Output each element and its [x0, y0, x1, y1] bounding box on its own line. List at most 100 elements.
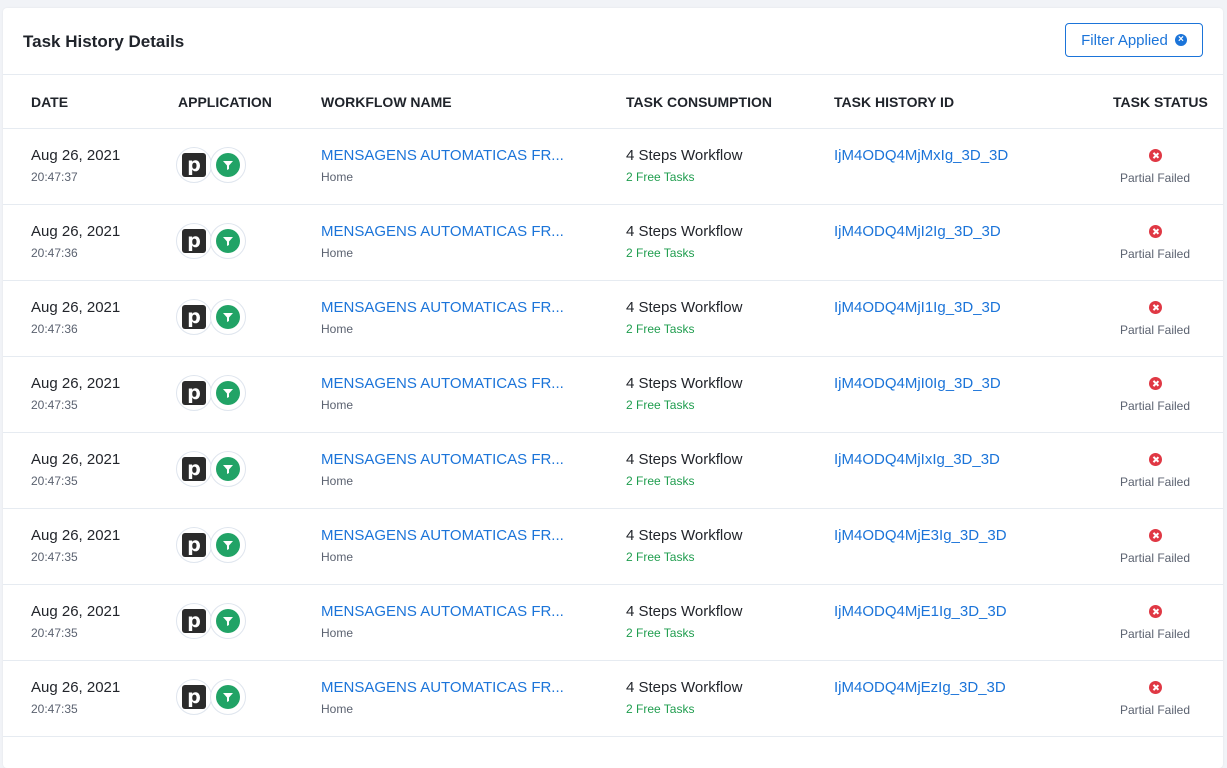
pipedrive-icon: p	[176, 223, 212, 259]
filter-icon	[210, 223, 246, 259]
page-title: Task History Details	[23, 32, 185, 51]
task-status-cell: Partial Failed	[1113, 529, 1197, 565]
workflow-cell: MENSAGENS AUTOMATICAS FR... Home	[321, 451, 564, 488]
workflow-name-link[interactable]: MENSAGENS AUTOMATICAS FR...	[321, 603, 564, 621]
task-consumption-cell: 4 Steps Workflow 2 Free Tasks	[626, 147, 742, 184]
task-history-id-link[interactable]: IjM4ODQ4MjMxIg_3D_3D	[834, 147, 1008, 165]
application-cell: p	[176, 603, 246, 639]
table-row[interactable]: Aug 26, 2021 20:47:35 p MENSAGENS AUTOMA…	[3, 585, 1223, 661]
task-history-id-link[interactable]: IjM4ODQ4MjE1Ig_3D_3D	[834, 603, 1007, 621]
error-icon	[1148, 605, 1162, 618]
workflow-name-link[interactable]: MENSAGENS AUTOMATICAS FR...	[321, 223, 564, 241]
workflow-cell: MENSAGENS AUTOMATICAS FR... Home	[321, 299, 564, 336]
workflow-cell: MENSAGENS AUTOMATICAS FR... Home	[321, 679, 564, 716]
table-row[interactable]: Aug 26, 2021 20:47:35 p MENSAGENS AUTOMA…	[3, 661, 1223, 737]
workflow-name-link[interactable]: MENSAGENS AUTOMATICAS FR...	[321, 299, 564, 317]
error-icon	[1148, 225, 1162, 238]
status-text: Partial Failed	[1119, 703, 1191, 717]
task-status-cell: Partial Failed	[1113, 301, 1197, 337]
time-text: 20:47:35	[31, 550, 78, 564]
workflow-folder: Home	[321, 550, 354, 564]
pipedrive-icon: p	[176, 603, 212, 639]
table-row[interactable]: Aug 26, 2021 20:47:35 p MENSAGENS AUTOMA…	[3, 509, 1223, 585]
free-tasks-text: 2 Free Tasks	[626, 702, 695, 716]
workflow-cell: MENSAGENS AUTOMATICAS FR... Home	[321, 527, 564, 564]
pipedrive-icon: p	[176, 299, 212, 335]
steps-text: 4 Steps Workflow	[626, 527, 743, 544]
workflow-folder: Home	[321, 474, 354, 488]
task-history-id-link[interactable]: IjM4ODQ4MjI0Ig_3D_3D	[834, 375, 1001, 393]
workflow-name-link[interactable]: MENSAGENS AUTOMATICAS FR...	[321, 679, 564, 697]
column-header-application: APPLICATION	[178, 94, 272, 110]
pipedrive-icon: p	[176, 451, 212, 487]
steps-text: 4 Steps Workflow	[626, 451, 743, 468]
task-history-id-cell: IjM4ODQ4MjIxIg_3D_3D	[834, 451, 1000, 469]
workflow-cell: MENSAGENS AUTOMATICAS FR... Home	[321, 375, 564, 412]
status-text: Partial Failed	[1119, 171, 1191, 185]
application-cell: p	[176, 223, 246, 259]
application-cell: p	[176, 375, 246, 411]
task-history-card: Task History Details Filter Applied × DA…	[3, 8, 1223, 768]
date-text: Aug 26, 2021	[31, 679, 121, 696]
pipedrive-icon: p	[176, 147, 212, 183]
column-header-task-history-id: TASK HISTORY ID	[834, 94, 955, 110]
table-row[interactable]: Aug 26, 2021 20:47:35 p MENSAGENS AUTOMA…	[3, 433, 1223, 509]
task-history-id-cell: IjM4ODQ4MjEzIg_3D_3D	[834, 679, 1006, 697]
status-text: Partial Failed	[1119, 323, 1191, 337]
free-tasks-text: 2 Free Tasks	[626, 626, 695, 640]
task-status-cell: Partial Failed	[1113, 377, 1197, 413]
table-row[interactable]: Aug 26, 2021 20:47:36 p MENSAGENS AUTOMA…	[3, 281, 1223, 357]
time-text: 20:47:35	[31, 702, 78, 716]
status-text: Partial Failed	[1119, 551, 1191, 565]
time-text: 20:47:35	[31, 398, 78, 412]
date-cell: Aug 26, 2021 20:47:37	[31, 147, 120, 184]
filter-icon	[210, 375, 246, 411]
table-row[interactable]: Aug 26, 2021 20:47:37 p MENSAGENS AUTOMA…	[3, 129, 1223, 205]
task-history-id-link[interactable]: IjM4ODQ4MjIxIg_3D_3D	[834, 451, 1000, 469]
workflow-name-link[interactable]: MENSAGENS AUTOMATICAS FR...	[321, 527, 564, 545]
task-status-cell: Partial Failed	[1113, 605, 1197, 641]
task-status-cell: Partial Failed	[1113, 149, 1197, 185]
date-cell: Aug 26, 2021 20:47:35	[31, 603, 120, 640]
status-text: Partial Failed	[1119, 399, 1191, 413]
column-header-task-consumption: TASK CONSUMPTION	[626, 94, 772, 110]
workflow-name-link[interactable]: MENSAGENS AUTOMATICAS FR...	[321, 451, 564, 469]
table-row[interactable]: Aug 26, 2021 20:47:36 p MENSAGENS AUTOMA…	[3, 205, 1223, 281]
date-cell: Aug 26, 2021 20:47:36	[31, 223, 120, 260]
date-text: Aug 26, 2021	[31, 603, 121, 620]
time-text: 20:47:37	[31, 170, 78, 184]
table-row[interactable]: Aug 26, 2021 20:47:35 p MENSAGENS AUTOMA…	[3, 357, 1223, 433]
filter-applied-button[interactable]: Filter Applied ×	[1065, 23, 1203, 57]
steps-text: 4 Steps Workflow	[626, 299, 743, 316]
clear-filter-icon[interactable]: ×	[1174, 34, 1187, 46]
application-cell: p	[176, 299, 246, 335]
filter-icon	[210, 147, 246, 183]
card-header: Task History Details Filter Applied ×	[3, 8, 1223, 75]
filter-icon	[210, 299, 246, 335]
steps-text: 4 Steps Workflow	[626, 603, 743, 620]
task-consumption-cell: 4 Steps Workflow 2 Free Tasks	[626, 299, 742, 336]
task-history-id-link[interactable]: IjM4ODQ4MjE3Ig_3D_3D	[834, 527, 1007, 545]
task-history-id-link[interactable]: IjM4ODQ4MjI1Ig_3D_3D	[834, 299, 1001, 317]
free-tasks-text: 2 Free Tasks	[626, 246, 695, 260]
filter-icon	[210, 603, 246, 639]
error-icon	[1148, 149, 1162, 162]
error-icon	[1148, 529, 1162, 542]
workflow-name-link[interactable]: MENSAGENS AUTOMATICAS FR...	[321, 147, 564, 165]
date-text: Aug 26, 2021	[31, 147, 121, 164]
application-cell: p	[176, 679, 246, 715]
free-tasks-text: 2 Free Tasks	[626, 550, 695, 564]
task-history-id-cell: IjM4ODQ4MjI2Ig_3D_3D	[834, 223, 1001, 241]
task-history-id-link[interactable]: IjM4ODQ4MjI2Ig_3D_3D	[834, 223, 1001, 241]
pipedrive-icon: p	[176, 375, 212, 411]
task-consumption-cell: 4 Steps Workflow 2 Free Tasks	[626, 223, 742, 260]
status-text: Partial Failed	[1119, 247, 1191, 261]
table-header: DATE APPLICATION WORKFLOW NAME TASK CONS…	[3, 75, 1223, 129]
free-tasks-text: 2 Free Tasks	[626, 322, 695, 336]
workflow-folder: Home	[321, 170, 354, 184]
task-status-cell: Partial Failed	[1113, 453, 1197, 489]
task-history-id-link[interactable]: IjM4ODQ4MjEzIg_3D_3D	[834, 679, 1006, 697]
steps-text: 4 Steps Workflow	[626, 147, 743, 164]
status-text: Partial Failed	[1119, 475, 1191, 489]
workflow-name-link[interactable]: MENSAGENS AUTOMATICAS FR...	[321, 375, 564, 393]
